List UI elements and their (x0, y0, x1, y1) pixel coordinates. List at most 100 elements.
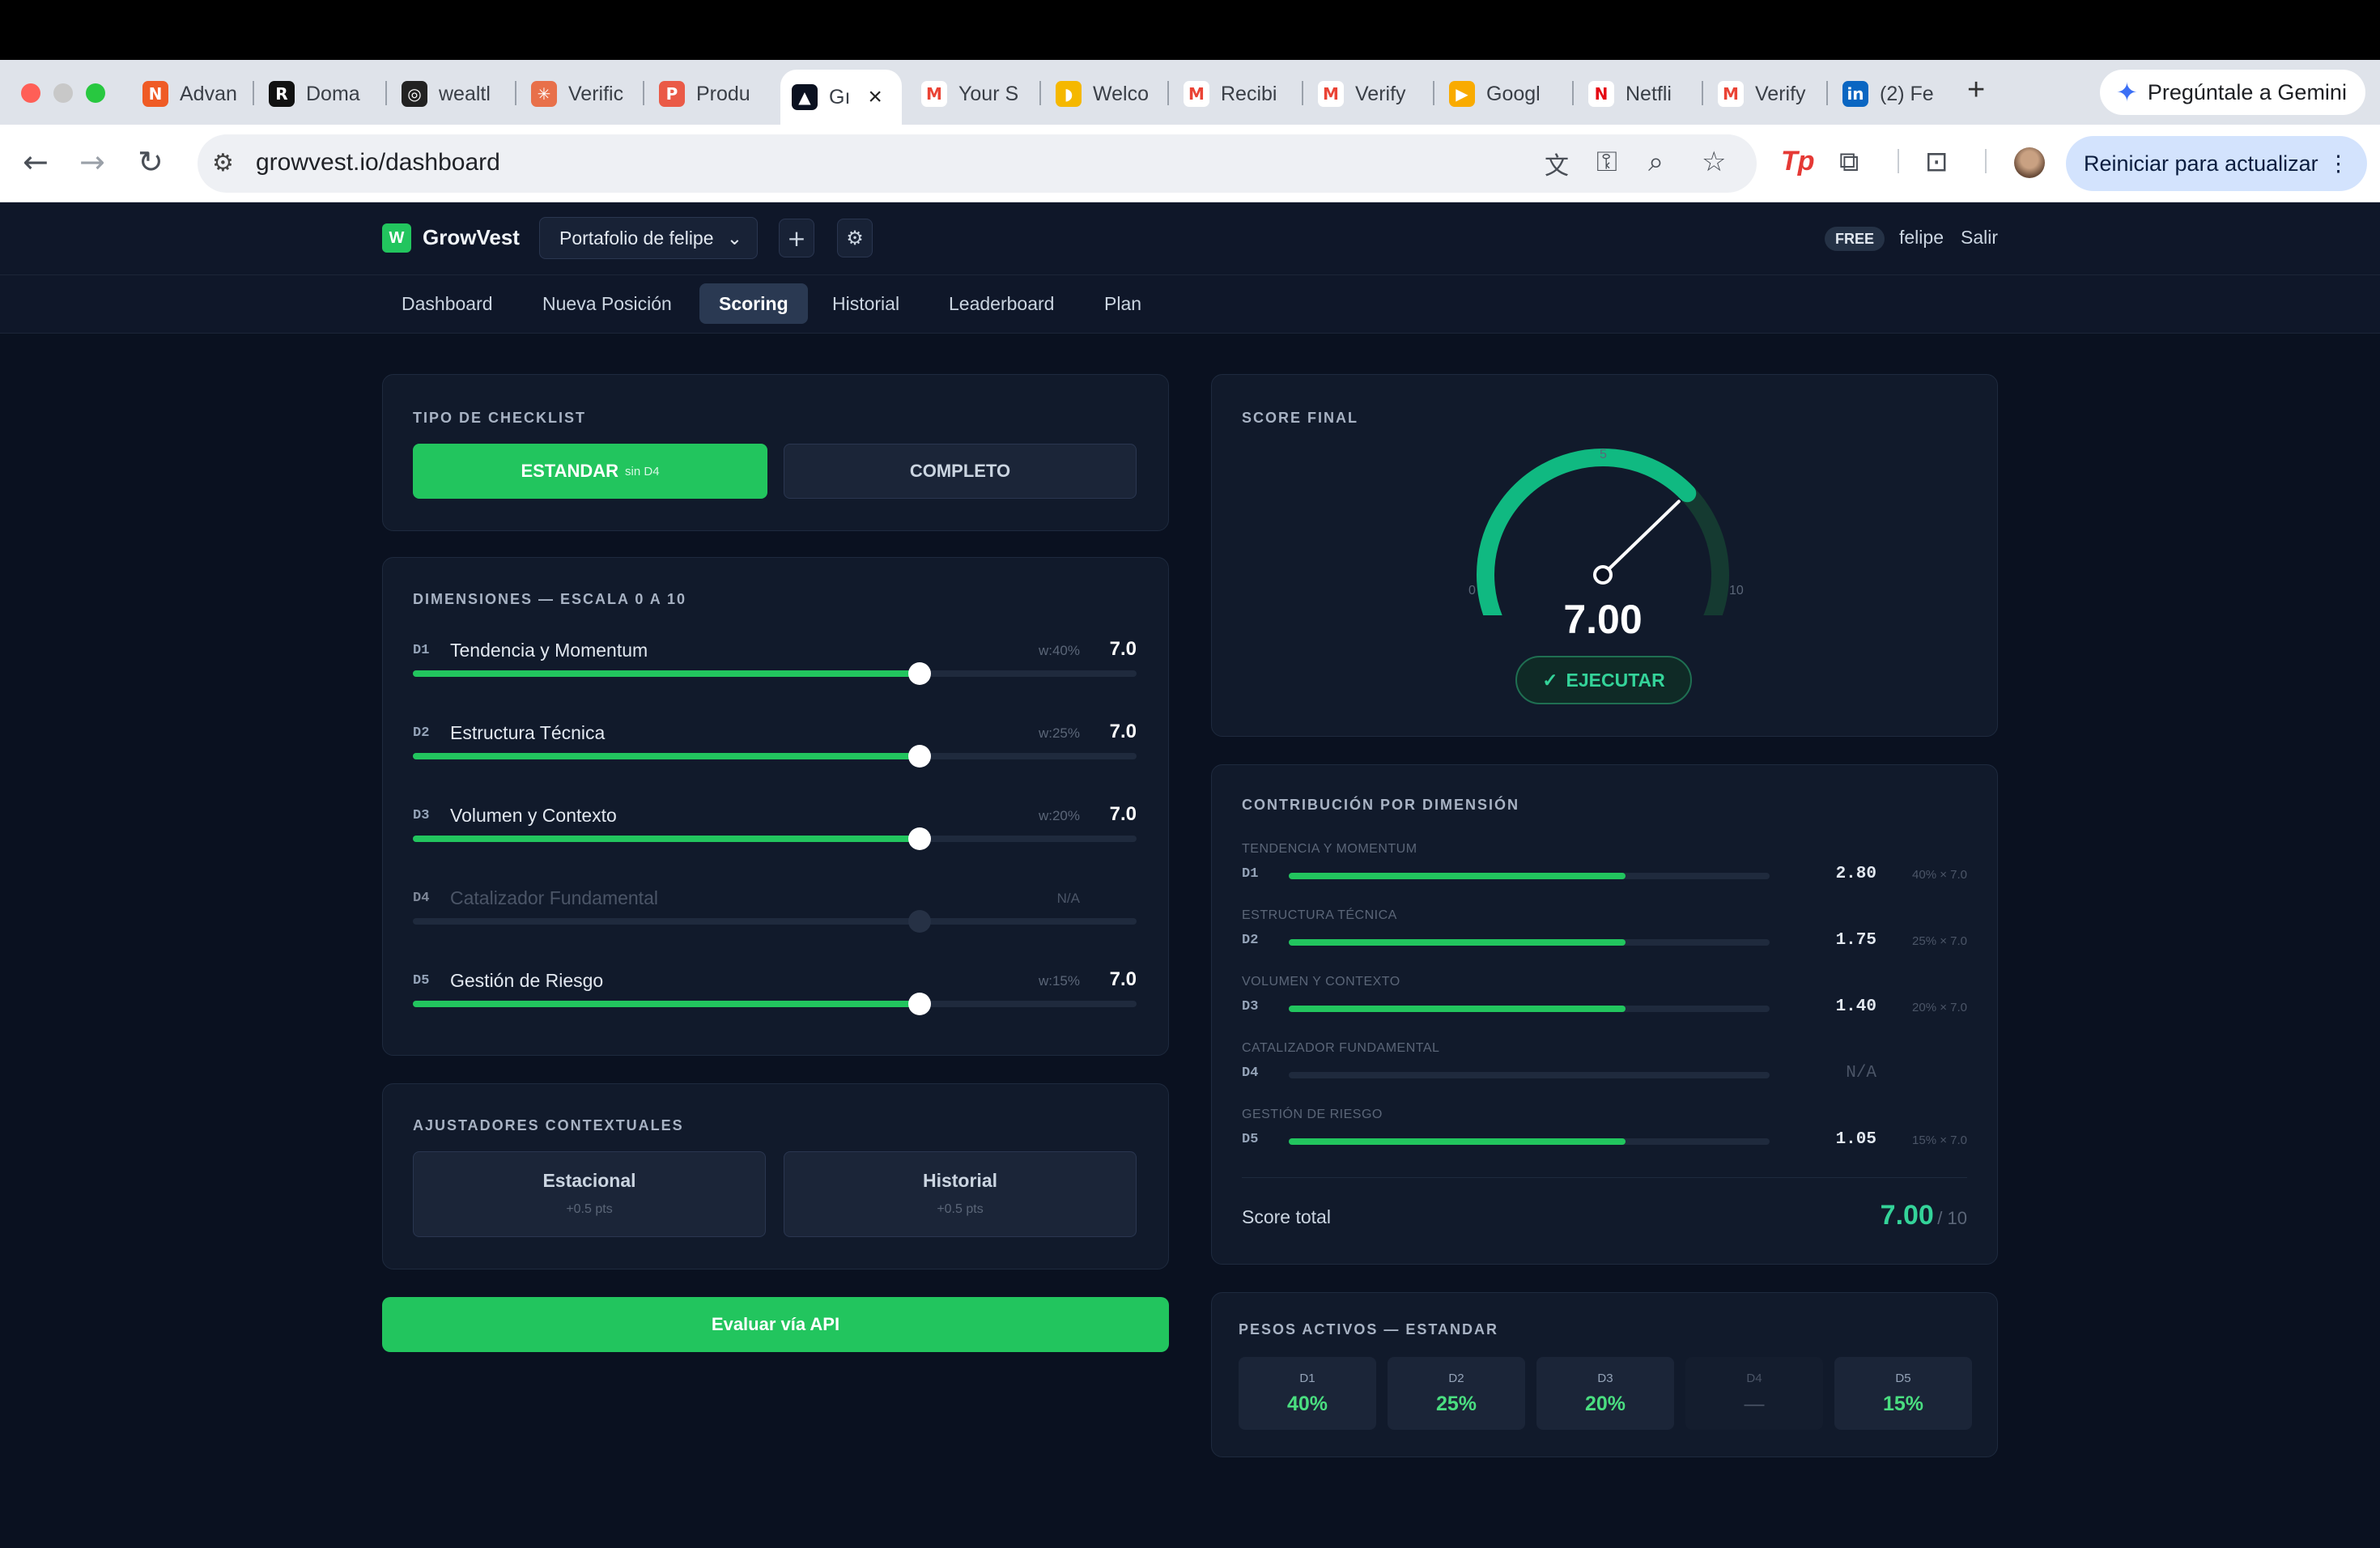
dimension-weight: w:25% (1038, 725, 1080, 741)
slider-fill (413, 753, 920, 759)
zoom-icon[interactable]: ⌕ (1648, 146, 1664, 178)
extensions-puzzle-icon[interactable]: ⧉ (1839, 146, 1859, 178)
nav-tab-dashboard[interactable]: Dashboard (382, 283, 512, 324)
weight-code: D2 (1448, 1372, 1464, 1385)
slider-fill (413, 670, 920, 677)
plan-badge: FREE (1825, 227, 1885, 251)
contribution-code: D5 (1242, 1132, 1259, 1147)
browser-tab[interactable]: M Verify (1706, 70, 1815, 118)
nav-tab-scoring[interactable]: Scoring (699, 283, 808, 324)
growvest-icon: ▲ (792, 84, 818, 110)
browser-tab[interactable]: ▲ Gı × (780, 70, 902, 125)
browser-tab[interactable]: ▶ Googl (1438, 70, 1561, 118)
bookmark-star-icon[interactable]: ☆ (1702, 146, 1726, 178)
nav-tab-leaderboard[interactable]: Leaderboard (929, 283, 1073, 324)
extension-tp-icon[interactable]: Tp (1781, 146, 1815, 177)
minimize-window-button[interactable] (53, 83, 73, 103)
adjuster-label: Historial (922, 1170, 998, 1191)
browser-tab[interactable]: N Advan (131, 70, 240, 118)
slider-thumb[interactable] (907, 745, 931, 768)
divider (1242, 1177, 1967, 1178)
browser-tab[interactable]: in (2) Fe (1831, 70, 1953, 118)
site-settings-icon[interactable]: ⚙ (212, 149, 234, 177)
dimension-name: Gestión de Riesgo (450, 970, 604, 991)
checklist-title: TIPO DE CHECKLIST (413, 410, 587, 426)
checklist-complete-button[interactable]: COMPLETO (784, 444, 1137, 499)
weight-value: 25% (1435, 1393, 1477, 1415)
domain-icon: R (269, 81, 295, 107)
nav-tab-nueva-posici-n[interactable]: Nueva Posición (523, 283, 691, 324)
forward-arrow-icon[interactable]: → (79, 144, 105, 180)
contribution-value: 1.75 (1835, 931, 1876, 950)
contribution-bar (1289, 939, 1770, 946)
adjuster-seasonal-button[interactable]: Estacional +0.5 pts (413, 1151, 766, 1237)
logout-link[interactable]: Salir (1961, 227, 1998, 249)
wealth-icon: ◎ (402, 81, 427, 107)
dimension-slider[interactable] (413, 827, 1137, 850)
contribution-formula: 20% × 7.0 (1912, 1001, 1967, 1014)
slider-thumb[interactable] (907, 662, 931, 685)
maximize-window-button[interactable] (86, 83, 105, 103)
contribution-value: 1.05 (1835, 1130, 1876, 1149)
portfolio-select[interactable]: Portafolio de felipe ⌄ (539, 217, 758, 259)
close-window-button[interactable] (21, 83, 40, 103)
contribution-bar (1289, 1006, 1770, 1012)
gemini-button[interactable]: ✦ Pregúntale a Gemini (2100, 70, 2365, 115)
tab-title: Your S (958, 82, 1019, 105)
dimension-value: 7.0 (1109, 638, 1137, 660)
more-vertical-icon[interactable]: ⋮ (2327, 151, 2349, 176)
browser-tab[interactable]: ◎ wealtl (390, 70, 504, 118)
nav-tab-historial[interactable]: Historial (813, 283, 919, 324)
search-tabs-icon[interactable]: ⊡ (1925, 146, 1949, 178)
url-text[interactable]: growvest.io/dashboard (256, 149, 500, 176)
nav-tab-plan[interactable]: Plan (1085, 283, 1161, 324)
evaluate-api-button[interactable]: Evaluar vía API (382, 1297, 1169, 1352)
dimension-slider[interactable] (413, 993, 1137, 1015)
update-label: Reiniciar para actualizar (2084, 151, 2318, 176)
contribution-fill (1289, 873, 1626, 879)
adjuster-history-button[interactable]: Historial +0.5 pts (784, 1151, 1137, 1237)
contribution-value: 2.80 (1835, 865, 1876, 883)
new-tab-button[interactable]: + (1967, 73, 1985, 108)
browser-tab[interactable]: ◗ Welco (1044, 70, 1156, 118)
slider-fill (413, 1001, 920, 1007)
gauge-needle (1601, 500, 1681, 576)
profile-avatar[interactable] (2014, 147, 2045, 178)
dimension-row: D3 Volumen y Contexto w:20% 7.0 (413, 803, 1137, 876)
browser-tab[interactable]: M Recibi (1172, 70, 1290, 118)
weight-code: D1 (1299, 1372, 1315, 1385)
gauge-mid-label: 5 (1600, 448, 1607, 461)
restart-update-button[interactable]: Reiniciar para actualizar ⋮ (2066, 136, 2367, 191)
browser-tab[interactable]: N Netfli (1577, 70, 1690, 118)
gemini-sparkle-icon: ✦ (2116, 78, 2138, 107)
slider-thumb[interactable] (907, 993, 931, 1015)
contribution-label: CATALIZADOR FUNDAMENTAL (1242, 1041, 1440, 1055)
settings-gear-icon[interactable]: ⚙ (837, 219, 873, 257)
browser-tab[interactable]: P Produ (648, 70, 764, 118)
weight-box: D5 15% (1834, 1357, 1972, 1430)
username[interactable]: felipe (1899, 227, 1944, 249)
dimension-slider[interactable] (413, 662, 1137, 685)
checklist-standard-button[interactable]: ESTANDAR sin D4 (413, 444, 767, 499)
add-portfolio-button[interactable]: + (779, 219, 814, 257)
browser-tab[interactable]: M Verify (1307, 70, 1420, 118)
reload-icon[interactable]: ↻ (138, 144, 164, 180)
browser-tab[interactable]: M Your S (910, 70, 1028, 118)
password-key-icon[interactable]: ⚿ (1596, 146, 1617, 178)
execute-badge[interactable]: ✓ EJECUTAR (1515, 656, 1692, 704)
gemini-label: Pregúntale a Gemini (2147, 79, 2347, 104)
dimension-code: D4 (413, 891, 430, 906)
brand-name[interactable]: GrowVest (423, 225, 520, 250)
tab-title: Advan (180, 82, 237, 105)
browser-tab[interactable]: R Doma (257, 70, 374, 118)
dimension-slider[interactable] (413, 745, 1137, 768)
slider-thumb[interactable] (907, 827, 931, 850)
back-arrow-icon[interactable]: ← (23, 144, 49, 180)
tab-title: Welco (1093, 82, 1150, 105)
dimension-code: D3 (413, 808, 430, 823)
dimension-code: D2 (413, 725, 430, 741)
close-tab-icon[interactable]: × (868, 83, 882, 111)
translate-icon[interactable]: 文 (1545, 146, 1569, 181)
browser-tab[interactable]: ✳ Verific (520, 70, 631, 118)
contribution-value: 1.40 (1835, 997, 1876, 1016)
